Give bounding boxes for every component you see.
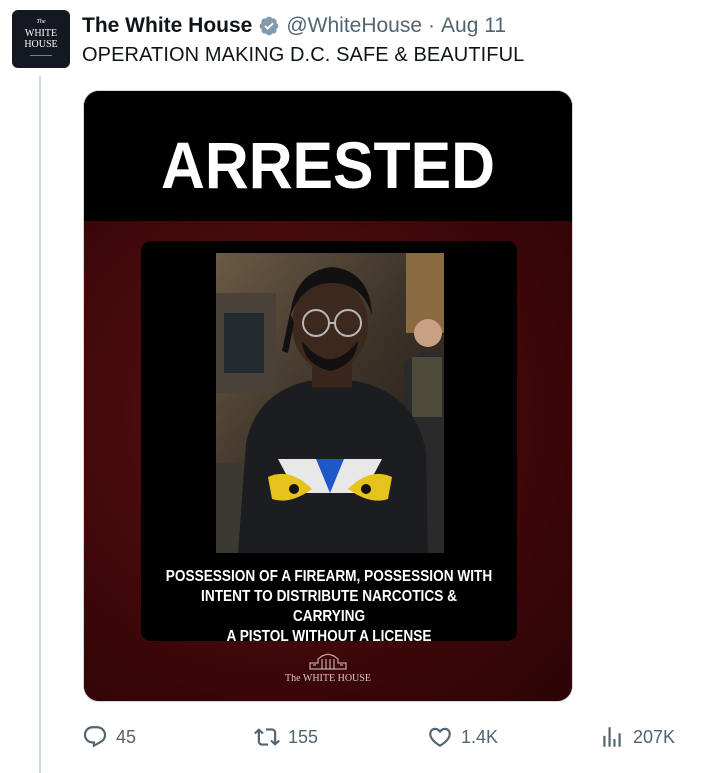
avatar-line-2: HOUSE xyxy=(24,39,58,50)
verified-badge-icon[interactable] xyxy=(258,15,280,37)
retweet-button[interactable]: 155 xyxy=(254,724,318,750)
reply-count: 45 xyxy=(116,726,137,747)
avatar-rule xyxy=(30,55,52,56)
avatar-line-1: WHITE xyxy=(24,28,58,39)
avatar[interactable]: The WHITE HOUSE xyxy=(12,10,70,68)
heart-icon xyxy=(429,727,451,747)
tweet-actions: 45 155 1.4K 207K xyxy=(82,724,692,752)
views-count: 207K xyxy=(633,726,676,747)
media-headline: ARRESTED xyxy=(160,128,495,202)
handle[interactable]: @WhiteHouse xyxy=(286,14,422,38)
tweet-media-image[interactable]: ARRESTED POSSESSION OF A FIREARM, POSSES… xyxy=(83,90,573,702)
caption-line-2: INTENT TO DISTRIBUTE NARCOTICS & CARRYIN… xyxy=(201,588,457,625)
tweet-date[interactable]: Aug 11 xyxy=(441,14,506,38)
retweet-count: 155 xyxy=(288,726,319,747)
reply-button[interactable]: 45 xyxy=(82,724,136,750)
caption-line-3: A PISTOL WITHOUT A LICENSE xyxy=(226,628,432,645)
headline-band: ARRESTED xyxy=(84,91,572,221)
display-name[interactable]: The White House xyxy=(82,14,252,38)
like-button[interactable]: 1.4K xyxy=(427,724,498,750)
views-icon xyxy=(603,727,621,747)
logo-text: The WHITE HOUSE xyxy=(285,673,371,684)
caption-line-1: POSSESSION OF A FIREARM, POSSESSION WITH xyxy=(165,568,493,585)
retweet-icon xyxy=(254,728,280,746)
charges-caption: POSSESSION OF A FIREARM, POSSESSION WITH… xyxy=(141,567,517,647)
views-button[interactable]: 207K xyxy=(599,724,675,750)
reply-icon xyxy=(83,726,107,748)
like-count: 1.4K xyxy=(461,726,499,747)
photo-panel: POSSESSION OF A FIREARM, POSSESSION WITH… xyxy=(141,241,517,645)
tweet-header: The White House @WhiteHouse · Aug 11 xyxy=(82,12,506,40)
white-house-logo: The WHITE HOUSE xyxy=(84,653,572,684)
avatar-line-the: The xyxy=(36,19,46,25)
thread-line xyxy=(39,76,41,773)
arrest-photo xyxy=(216,253,444,553)
separator-dot: · xyxy=(428,14,436,37)
white-house-building-icon xyxy=(309,653,347,670)
tweet-text: OPERATION MAKING D.C. SAFE & BEAUTIFUL xyxy=(82,44,525,66)
